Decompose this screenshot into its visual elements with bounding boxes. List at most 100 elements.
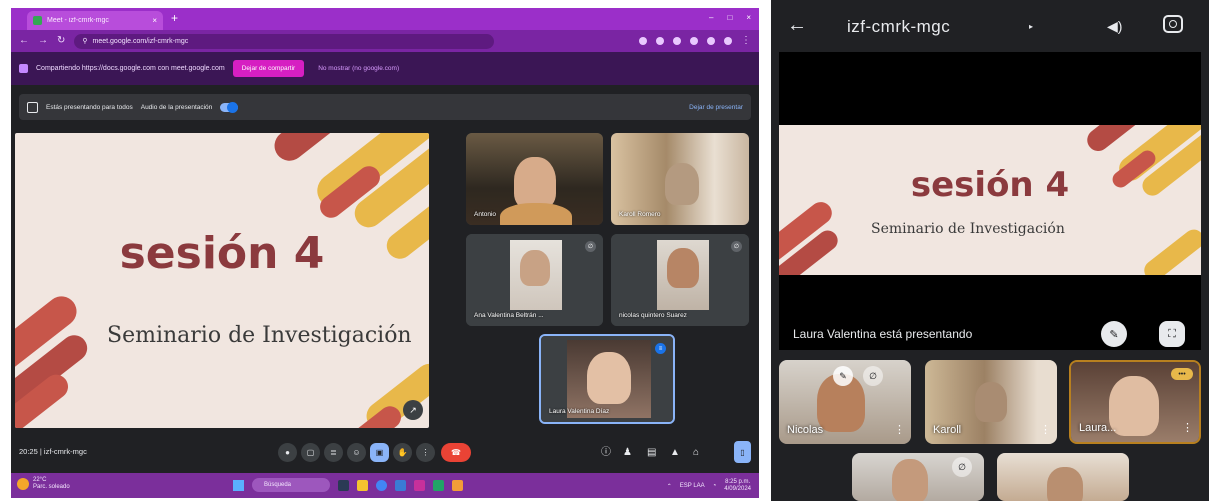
chrome-icon[interactable]	[376, 479, 387, 491]
present-icon[interactable]: ▣	[370, 443, 389, 462]
participant-name: Karoll Romero	[619, 211, 661, 218]
back-arrow-icon[interactable]: ←	[787, 15, 807, 35]
mobile-header: ← izf-cmrk-mgc ▸ ◀)	[771, 0, 1209, 52]
fullscreen-icon[interactable]: ⛶	[1159, 321, 1185, 347]
participant-silhouette	[1047, 467, 1083, 501]
participant-tile[interactable]: ∅ nicolas quintero Suarez	[611, 234, 749, 326]
excel-icon[interactable]	[433, 479, 444, 491]
participant-tile[interactable]: Karoll ⋮	[925, 360, 1057, 444]
people-icon[interactable]: ♟	[623, 443, 632, 462]
app-icon[interactable]	[452, 479, 463, 491]
tile-menu-icon[interactable]: ⋮	[1040, 425, 1051, 436]
reload-icon[interactable]: ↻	[57, 36, 65, 46]
back-arrow-icon[interactable]: ←	[19, 36, 29, 46]
word-icon[interactable]	[395, 479, 406, 491]
pin-icon[interactable]: ✎	[1101, 321, 1127, 347]
switch-camera-icon[interactable]	[1163, 15, 1183, 33]
presenting-label: Estás presentando para todos	[46, 103, 133, 111]
stop-presenting-button[interactable]: Dejar de presentar	[689, 104, 743, 111]
participant-tile[interactable]: ✎ ∅ Nicolas ⋮	[779, 360, 911, 444]
presented-slide: sesión 4 Seminario de Investigación	[779, 125, 1201, 275]
address-text: meet.google.com/izf-cmrk-mgc	[92, 37, 189, 45]
browser-menu-icon[interactable]: ⋮	[741, 36, 751, 46]
participant-shirt	[500, 203, 572, 225]
participant-silhouette	[665, 163, 699, 205]
chat-panel-icon[interactable]: ▯	[734, 441, 751, 463]
extensions-icon[interactable]	[690, 37, 698, 45]
close-window-button[interactable]: ×	[746, 13, 751, 22]
participant-tile[interactable]	[997, 453, 1129, 501]
hand-icon[interactable]: ✋	[393, 443, 412, 462]
site-info-icon[interactable]: ⚲	[82, 37, 87, 45]
task-view-icon[interactable]	[338, 479, 349, 491]
minimize-button[interactable]: –	[709, 13, 713, 22]
meeting-controls-bar: 20:25 | izf-cmrk-mgc ● ▢ ≣ ☺ ▣ ✋ ⋮ ☎ ⓘ ♟…	[11, 434, 759, 468]
meeting-code[interactable]: izf-cmrk-mgc	[847, 17, 950, 37]
tile-menu-icon[interactable]: ⋮	[894, 425, 905, 436]
participant-silhouette	[587, 352, 631, 404]
weather-widget[interactable]: 22°C Parc. soleado	[17, 477, 70, 491]
tab-close-icon[interactable]: ×	[152, 16, 157, 25]
audio-label: Audio de la presentación	[140, 103, 213, 111]
hide-sharing-button[interactable]: No mostrar (no google.com)	[312, 60, 405, 77]
screenshot-stage: Meet - izf-cmrk-mgc × + – □ × ← → ↻ ⚲ me…	[0, 0, 1209, 501]
meet-favicon-icon	[33, 16, 42, 25]
meeting-code: izf-cmrk-mgc	[43, 446, 87, 456]
leave-call-icon[interactable]: ☎	[441, 443, 471, 462]
speaker-icon[interactable]: ◀)	[1107, 18, 1122, 35]
participant-name: Laura...	[1079, 422, 1117, 434]
participant-silhouette	[667, 248, 699, 288]
forward-arrow-icon[interactable]: →	[38, 36, 48, 46]
profile-avatar-icon[interactable]	[724, 37, 732, 45]
camera-icon[interactable]: ▢	[301, 443, 320, 462]
mic-icon[interactable]: ●	[278, 443, 297, 462]
stop-sharing-button[interactable]: Dejar de compartir	[232, 60, 305, 77]
muted-mic-icon: ∅	[863, 366, 883, 386]
tray-chevron-icon[interactable]: ⌃	[667, 483, 672, 490]
record-icon[interactable]	[639, 37, 647, 45]
camera-status-icon[interactable]	[656, 37, 664, 45]
info-icon[interactable]: ⓘ	[601, 443, 611, 462]
maximize-button[interactable]: □	[727, 13, 732, 22]
participant-tile[interactable]: ∅ Ana Valentina Beltrán ...	[466, 234, 603, 326]
taskbar-search[interactable]: Búsqueda	[252, 478, 330, 492]
tab-title: Meet - izf-cmrk-mgc	[47, 17, 109, 24]
participant-tile-speaking[interactable]: ••• Laura... ⋮	[1069, 360, 1201, 444]
bookmark-star-icon[interactable]	[673, 37, 681, 45]
participant-tile[interactable]: ∅	[852, 453, 984, 501]
more-icon[interactable]: ⋮	[416, 443, 435, 462]
slide-subtitle: Seminario de Investigación	[107, 323, 412, 348]
participant-name: Karoll	[933, 424, 962, 436]
store-icon[interactable]	[414, 479, 425, 491]
clock-date: 4/09/2024	[724, 486, 751, 492]
presentation-options-icon[interactable]: ↗	[403, 400, 423, 420]
tray-language[interactable]: ESP LAA	[680, 483, 705, 489]
meeting-time: 20:25	[19, 446, 38, 456]
address-bar[interactable]: ⚲ meet.google.com/izf-cmrk-mgc	[74, 33, 495, 49]
participant-tile-speaking[interactable]: ≡ Laura Valentina Díaz	[539, 334, 675, 424]
participant-tile[interactable]: Antonio	[466, 133, 603, 225]
caret-right-icon[interactable]: ▸	[1029, 22, 1033, 31]
browser-toolbar: ← → ↻ ⚲ meet.google.com/izf-cmrk-mgc ⋮	[11, 30, 759, 52]
captions-icon[interactable]: ≣	[324, 443, 343, 462]
activities-icon[interactable]: ▲	[670, 443, 680, 462]
pin-icon[interactable]: ✎	[833, 366, 853, 386]
tile-menu-icon[interactable]: ⋮	[1182, 423, 1193, 434]
browser-tab[interactable]: Meet - izf-cmrk-mgc ×	[27, 11, 163, 30]
new-tab-button[interactable]: +	[171, 12, 178, 24]
presentation-audio-toggle[interactable]	[220, 101, 239, 113]
taskbar-clock[interactable]: 8:25 p.m. 4/09/2024	[724, 479, 751, 493]
wifi-icon[interactable]: ◔	[713, 483, 717, 489]
os-taskbar: 22°C Parc. soleado Búsqueda ⌃ ESP LAA ◔	[11, 473, 759, 498]
presented-slide: sesión 4 Seminario de Investigación ↗	[15, 133, 429, 428]
chat-icon[interactable]: ▤	[647, 443, 656, 462]
sidebar-icon[interactable]	[707, 37, 715, 45]
slide-decoration	[15, 133, 429, 428]
participant-tile[interactable]: Karoll Romero	[611, 133, 749, 225]
emoji-icon[interactable]: ☺	[347, 443, 366, 462]
speaking-indicator-icon: •••	[1171, 368, 1193, 380]
file-explorer-icon[interactable]	[357, 479, 368, 491]
lock-icon[interactable]: ⌂	[693, 443, 699, 462]
windows-start-icon[interactable]	[233, 479, 244, 491]
taskbar-apps: Búsqueda	[233, 478, 463, 492]
